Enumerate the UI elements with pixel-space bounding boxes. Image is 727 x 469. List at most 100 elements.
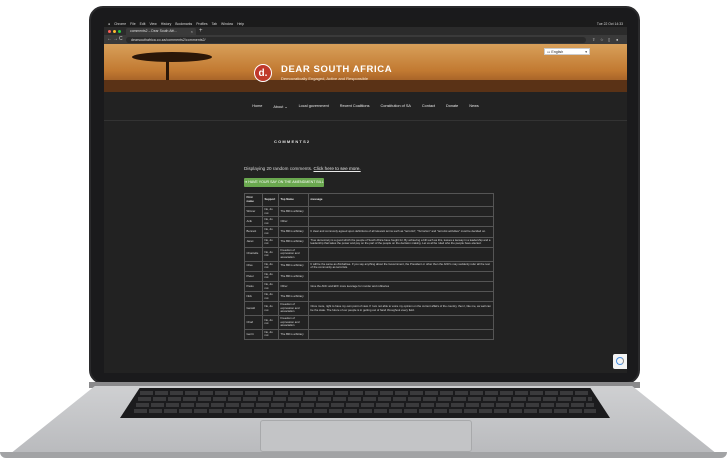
cell-topic: The Bill is arbitrary bbox=[278, 226, 309, 238]
cell-name: Charl bbox=[244, 315, 263, 330]
cell-name: Paolo bbox=[244, 280, 263, 293]
table-row: Bennett No, do not The Bill is arbitrary It… bbox=[244, 226, 494, 238]
cell-topic: The Bill is arbitrary bbox=[278, 260, 309, 272]
nav-constitution[interactable]: Constitution of SA bbox=[381, 104, 411, 108]
recaptcha-badge[interactable] bbox=[613, 354, 627, 369]
cell-message bbox=[308, 205, 494, 218]
page-content: COMMENTS2 Displaying 20 random comments.… bbox=[104, 121, 627, 373]
menu-edit[interactable]: Edit bbox=[140, 22, 146, 26]
cell-support: No, do not bbox=[262, 226, 279, 238]
share-icon[interactable]: ⇪ bbox=[592, 35, 595, 44]
cell-support: No, do not bbox=[262, 246, 279, 262]
table-row: Gerrit No, do not The Bill is arbitrary bbox=[244, 328, 494, 341]
back-icon[interactable]: ← bbox=[107, 35, 112, 44]
site-logo[interactable]: d. bbox=[254, 64, 272, 82]
nav-local-government[interactable]: Local government bbox=[299, 104, 329, 108]
cell-name: Winner bbox=[244, 205, 263, 218]
cell-message bbox=[308, 291, 494, 303]
cell-name: Clive bbox=[244, 260, 263, 272]
main-nav: Home About ⌄ Local government Recent Coa… bbox=[104, 92, 627, 121]
header-support: Support bbox=[262, 193, 279, 207]
recaptcha-icon bbox=[616, 357, 624, 365]
header-top-name: Top Name bbox=[278, 193, 309, 207]
nav-news[interactable]: News bbox=[469, 104, 479, 108]
menu-profiles[interactable]: Profiles bbox=[196, 22, 207, 26]
zoom-window-button[interactable] bbox=[118, 29, 121, 33]
cell-support: No, do not bbox=[262, 301, 279, 317]
table-row: Charl No, do not Freedom of expression and… bbox=[244, 315, 494, 330]
menu-file[interactable]: File bbox=[130, 22, 135, 26]
cell-topic: The Bill is arbitrary bbox=[278, 328, 309, 341]
reload-icon[interactable]: C bbox=[119, 35, 123, 44]
language-select[interactable]: ▭ English ▾ bbox=[544, 48, 590, 55]
key-row bbox=[134, 409, 596, 413]
web-page: d. DEAR SOUTH AFRICA Democratically Enga… bbox=[104, 44, 627, 373]
table-row: Gerald No, do not Freedom of expression an… bbox=[244, 301, 494, 317]
menu-window[interactable]: Window bbox=[221, 22, 233, 26]
see-more-link[interactable]: Click here to see more. bbox=[313, 166, 360, 171]
close-window-button[interactable] bbox=[108, 29, 111, 33]
acacia-tree-canopy bbox=[132, 52, 212, 62]
browser-tab[interactable]: comments2 – Dear South Afri... × bbox=[126, 28, 196, 35]
menu-view[interactable]: View bbox=[149, 22, 156, 26]
menubar-clock[interactable]: Tue 22 Oct 14:33 bbox=[597, 22, 623, 26]
profile-avatar-icon[interactable]: ● bbox=[616, 35, 618, 44]
page-title: COMMENTS2 bbox=[274, 139, 311, 144]
nav-contact[interactable]: Contact bbox=[422, 104, 435, 108]
sidebar-icon[interactable]: ▯ bbox=[608, 35, 610, 44]
cell-topic: Freedom of expression and association bbox=[278, 315, 309, 330]
table-row: Chantelle No, do not Freedom of expression… bbox=[244, 246, 494, 262]
have-your-say-button[interactable]: ➜ HAVE YOUR SAY ON THE AMENDMENT BILL bbox=[244, 178, 324, 187]
cell-support: No, do not bbox=[262, 328, 279, 341]
menu-bookmarks[interactable]: Bookmarks bbox=[175, 22, 192, 26]
cell-message bbox=[308, 246, 494, 262]
table-row: Janet No, do not The Bill is arbitrary True… bbox=[244, 236, 494, 248]
url-field[interactable]: dearsouthafrica.co.za/comments2/comments… bbox=[126, 36, 586, 43]
nav-about[interactable]: About ⌄ bbox=[273, 104, 287, 109]
table-row: Winner No, do not The Bill is arbitrary bbox=[244, 205, 494, 218]
menu-chrome[interactable]: Chrome bbox=[114, 22, 126, 26]
language-value: English bbox=[551, 50, 564, 54]
nav-home[interactable]: Home bbox=[252, 104, 262, 108]
cell-topic: Other bbox=[278, 280, 309, 293]
laptop-front-edge bbox=[0, 452, 727, 458]
key-row bbox=[140, 391, 590, 395]
intro-label: Displaying 20 random comments. bbox=[244, 166, 313, 171]
cell-message bbox=[308, 315, 494, 330]
cell-name: Gerald bbox=[244, 301, 263, 317]
cell-message: Once more, right to have my own point of… bbox=[308, 301, 494, 317]
site-title[interactable]: DEAR SOUTH AFRICA bbox=[281, 64, 392, 75]
cell-support: No, do not bbox=[262, 260, 279, 272]
cell-message bbox=[308, 328, 494, 341]
apple-icon[interactable]: ● bbox=[108, 22, 110, 26]
address-bar: ← → C dearsouthafrica.co.za/comments2/co… bbox=[104, 35, 627, 44]
header-message: message bbox=[308, 193, 494, 207]
comments-table: First name Support Top Name message Winn… bbox=[244, 193, 494, 341]
screen: ● Chrome File Edit View History Bookmark… bbox=[104, 20, 627, 373]
nav-donate[interactable]: Donate bbox=[446, 104, 458, 108]
bookmark-star-icon[interactable]: ☆ bbox=[600, 35, 604, 44]
mac-menubar: ● Chrome File Edit View History Bookmark… bbox=[104, 20, 627, 27]
cta-label: HAVE YOUR SAY ON THE AMENDMENT BILL bbox=[248, 180, 324, 184]
cell-name: Bennett bbox=[244, 226, 263, 238]
menu-tab[interactable]: Tab bbox=[212, 22, 217, 26]
menu-history[interactable]: History bbox=[161, 22, 172, 26]
new-tab-button[interactable]: + bbox=[199, 27, 203, 35]
cell-support: No, do not bbox=[262, 315, 279, 330]
minimize-window-button[interactable] bbox=[113, 29, 116, 33]
cell-support: No, do not bbox=[262, 270, 279, 282]
forward-icon[interactable]: → bbox=[113, 35, 118, 44]
trackpad[interactable] bbox=[260, 420, 472, 452]
menu-help[interactable]: Help bbox=[237, 22, 244, 26]
cell-name: Nick bbox=[244, 291, 263, 303]
cell-support: No, do not bbox=[262, 280, 279, 293]
nav-recent-coalitions[interactable]: Recent Coalitions bbox=[340, 104, 370, 108]
chevron-down-icon: ▾ bbox=[585, 50, 587, 54]
key-row bbox=[138, 397, 592, 401]
intro-text: Displaying 20 random comments. Click her… bbox=[244, 166, 361, 171]
site-header: d. DEAR SOUTH AFRICA Democratically Enga… bbox=[104, 44, 627, 92]
tab-bar: comments2 – Dear South Afri... × + bbox=[104, 27, 627, 35]
key-row bbox=[136, 403, 594, 407]
table-header-row: First name Support Top Name message bbox=[244, 193, 494, 207]
tab-close-icon[interactable]: × bbox=[191, 28, 193, 35]
